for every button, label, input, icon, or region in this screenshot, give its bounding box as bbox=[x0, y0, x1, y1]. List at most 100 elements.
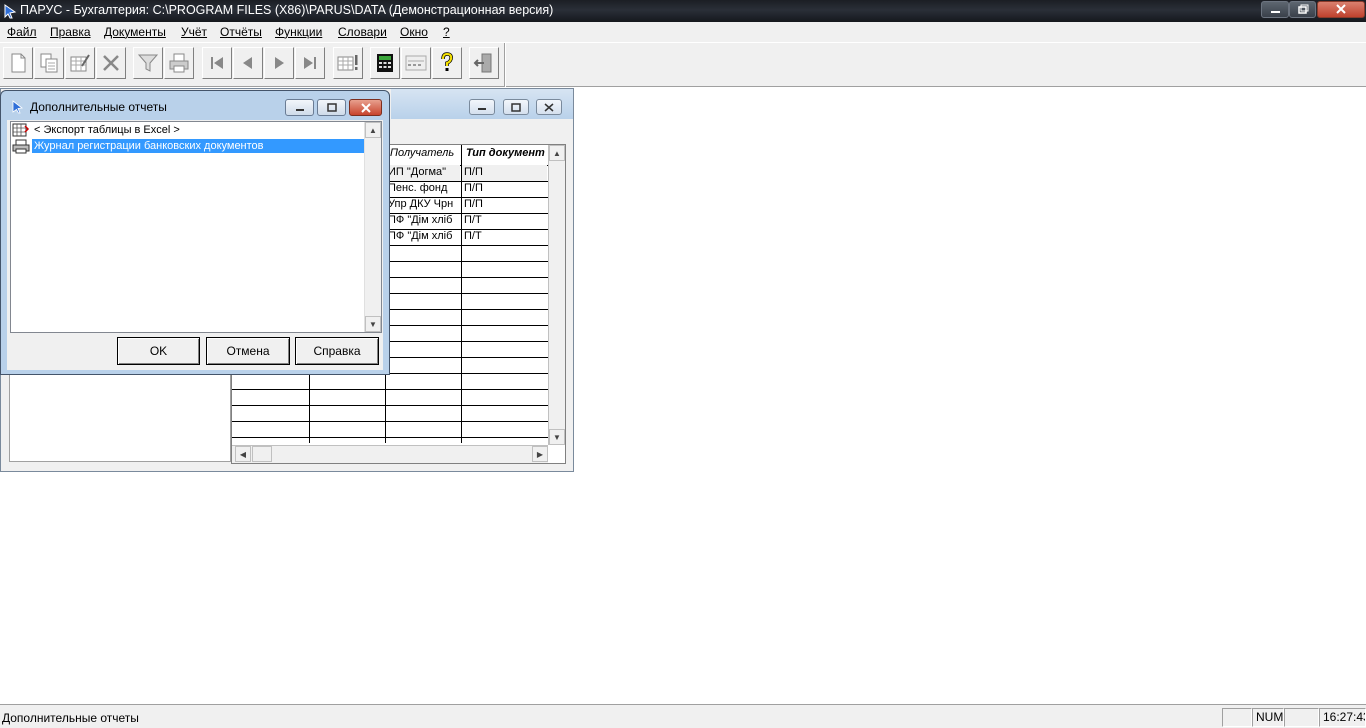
table-horizontal-scrollbar[interactable]: ◀ ▶ bbox=[232, 445, 548, 463]
menu-documents[interactable]: Документы bbox=[104, 25, 166, 39]
toolbar bbox=[0, 42, 1366, 87]
copy-button[interactable] bbox=[34, 47, 64, 79]
last-record-button[interactable] bbox=[295, 47, 325, 79]
menu-functions[interactable]: Функции bbox=[275, 25, 322, 39]
table-row[interactable] bbox=[232, 373, 548, 389]
dialog-title: Дополнительные отчеты bbox=[30, 100, 167, 114]
table-alert-icon bbox=[337, 55, 358, 71]
minimize-icon bbox=[1271, 11, 1280, 13]
scroll-down-button[interactable]: ▼ bbox=[549, 429, 565, 445]
additional-reports-dialog: Дополнительные отчеты < Экспорт таблицы … bbox=[0, 90, 390, 375]
table-alert-button[interactable] bbox=[333, 47, 363, 79]
calculator-button[interactable] bbox=[370, 47, 400, 79]
cell-doc-type: П/Т bbox=[464, 214, 482, 226]
cell-recipient: Пенс. фонд bbox=[388, 182, 448, 194]
last-record-icon bbox=[304, 57, 316, 69]
delete-button[interactable] bbox=[96, 47, 126, 79]
dialog-minimize-button[interactable] bbox=[285, 99, 314, 116]
minimize-button[interactable] bbox=[1261, 1, 1289, 18]
minimize-icon bbox=[295, 108, 304, 111]
cell-recipient: Упр ДКУ Чрн bbox=[388, 198, 454, 210]
restore-icon bbox=[1298, 4, 1309, 14]
window-title: ПАРУС - Бухгалтерия: C:\PROGRAM FILES (X… bbox=[20, 3, 554, 17]
status-bar: Дополнительные отчеты NUM 16:27:43 bbox=[0, 704, 1366, 728]
scroll-right-button[interactable]: ▶ bbox=[532, 446, 548, 462]
close-icon bbox=[544, 102, 554, 112]
close-icon bbox=[1336, 4, 1346, 14]
list-item-label: < Экспорт таблицы в Excel > bbox=[34, 124, 180, 136]
scroll-up-button[interactable]: ▲ bbox=[365, 122, 381, 138]
scroll-thumb[interactable] bbox=[252, 446, 272, 462]
column-header-recipient[interactable]: Получатель bbox=[387, 147, 460, 164]
dialog-body: < Экспорт таблицы в Excel > Журнал регис… bbox=[7, 120, 383, 370]
scroll-down-button[interactable]: ▼ bbox=[365, 316, 381, 332]
dialog-app-icon bbox=[12, 100, 24, 114]
prev-record-icon bbox=[243, 57, 252, 69]
menu-accounting[interactable]: Учёт bbox=[181, 25, 207, 39]
restore-button[interactable] bbox=[1289, 1, 1316, 18]
menu-window[interactable]: Окно bbox=[400, 25, 428, 39]
doc-minimize-button[interactable] bbox=[469, 99, 495, 115]
edit-button[interactable] bbox=[65, 47, 95, 79]
help-button[interactable] bbox=[432, 47, 462, 79]
cell-recipient: ИП "Догма" bbox=[386, 165, 460, 181]
column-header-doc-type[interactable]: Тип документ bbox=[463, 147, 547, 164]
status-pane-time: 16:27:43 bbox=[1319, 708, 1366, 727]
title-bar: ПАРУС - Бухгалтерия: C:\PROGRAM FILES (X… bbox=[0, 0, 1366, 22]
table-row[interactable] bbox=[232, 389, 548, 405]
exit-button[interactable] bbox=[469, 47, 499, 79]
close-button[interactable] bbox=[1317, 1, 1365, 18]
scroll-up-button[interactable]: ▲ bbox=[549, 145, 565, 161]
menu-edit[interactable]: Правка bbox=[50, 25, 91, 39]
doc-restore-button[interactable] bbox=[503, 99, 529, 115]
filter-button[interactable] bbox=[133, 47, 163, 79]
minimize-icon bbox=[478, 108, 486, 110]
new-button[interactable] bbox=[3, 47, 33, 79]
cell-doc-type: П/П bbox=[464, 182, 483, 194]
reports-list[interactable]: < Экспорт таблицы в Excel > Журнал регис… bbox=[10, 121, 382, 333]
menu-help[interactable]: ? bbox=[443, 25, 450, 39]
menu-bar: Файл Правка Документы Учёт Отчёты Функци… bbox=[0, 22, 1366, 42]
print-icon bbox=[169, 53, 189, 73]
restore-icon bbox=[511, 102, 521, 112]
toolbar-edge bbox=[504, 43, 506, 87]
prev-record-button[interactable] bbox=[233, 47, 263, 79]
status-pane-num: NUM bbox=[1252, 708, 1284, 727]
garant-icon bbox=[405, 55, 427, 71]
help-dialog-button[interactable]: Справка bbox=[295, 337, 379, 365]
cancel-button[interactable]: Отмена bbox=[206, 337, 290, 365]
dialog-restore-button[interactable] bbox=[317, 99, 346, 116]
first-record-icon bbox=[211, 57, 223, 69]
list-vertical-scrollbar[interactable]: ▲ ▼ bbox=[364, 122, 381, 332]
menu-dictionaries[interactable]: Словари bbox=[338, 25, 387, 39]
delete-icon bbox=[103, 55, 119, 71]
next-record-icon bbox=[275, 57, 284, 69]
table-row[interactable] bbox=[232, 405, 548, 421]
table-row[interactable] bbox=[232, 421, 548, 437]
dialog-close-button[interactable] bbox=[349, 99, 382, 116]
cell-doc-type: П/П bbox=[462, 165, 547, 181]
document-window-header bbox=[391, 89, 573, 119]
menu-file[interactable]: Файл bbox=[7, 25, 37, 39]
restore-icon bbox=[326, 103, 337, 112]
table-vertical-scrollbar[interactable]: ▲ ▼ bbox=[548, 145, 565, 445]
document-tree-pane[interactable] bbox=[9, 374, 231, 462]
scroll-left-button[interactable]: ◀ bbox=[235, 446, 251, 462]
ok-button[interactable]: OK bbox=[117, 337, 200, 365]
new-icon bbox=[11, 53, 26, 73]
calculator-icon bbox=[377, 54, 393, 72]
next-record-button[interactable] bbox=[264, 47, 294, 79]
status-text: Дополнительные отчеты bbox=[2, 711, 139, 725]
first-record-button[interactable] bbox=[202, 47, 232, 79]
cell-doc-type: П/П bbox=[464, 198, 483, 210]
menu-reports[interactable]: Отчёты bbox=[220, 25, 262, 39]
print-button[interactable] bbox=[164, 47, 194, 79]
edit-icon bbox=[70, 54, 90, 72]
excel-export-icon bbox=[12, 123, 30, 137]
list-item-label: Журнал регистрации банковских документов bbox=[32, 139, 366, 153]
garant-button[interactable] bbox=[401, 47, 431, 79]
filter-icon bbox=[137, 54, 159, 72]
copy-icon bbox=[40, 53, 58, 73]
doc-close-button[interactable] bbox=[536, 99, 562, 115]
status-pane-empty-2 bbox=[1284, 708, 1319, 727]
